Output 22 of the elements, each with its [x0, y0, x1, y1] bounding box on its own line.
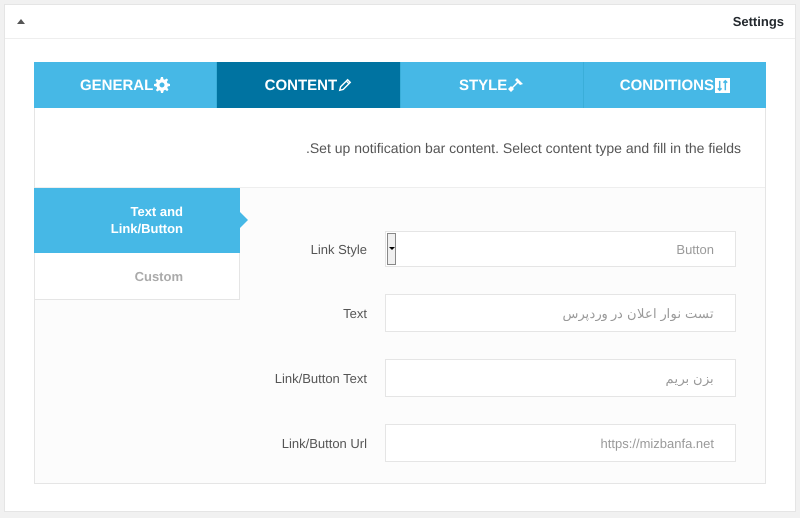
sort-icon	[714, 78, 730, 92]
tab[interactable]: GENERAL	[34, 62, 218, 108]
input-field[interactable]: بزن بریم	[385, 359, 736, 397]
field-label: Link/Button Text	[274, 370, 367, 386]
input-field[interactable]: https://mizbanfa.net	[385, 424, 736, 462]
input-field[interactable]: تست نوار اعلان در وردپرس	[385, 294, 736, 332]
brush-icon	[508, 77, 524, 93]
gear-icon	[154, 77, 170, 93]
content-type-item[interactable]: Custom	[34, 253, 240, 300]
select-field[interactable]: Button	[385, 231, 736, 267]
selection-pointer-icon	[240, 212, 248, 228]
panel-title: Settings	[732, 14, 784, 29]
content-type-item[interactable]: Text and Link/Button	[34, 188, 240, 253]
field-label: Link Style	[310, 242, 367, 256]
collapse-arrow-icon[interactable]	[17, 19, 25, 24]
tab[interactable]: STYLE	[400, 62, 584, 108]
pencil-icon	[338, 78, 352, 92]
description-text: .Set up notification bar content. Select content type and fill in the fields	[306, 140, 741, 156]
field-label: Link/Button Url	[282, 436, 367, 450]
field-label: Text	[343, 306, 367, 320]
tab[interactable]: CONTENT	[217, 62, 400, 108]
tab[interactable]: CONDITIONS	[584, 62, 766, 108]
